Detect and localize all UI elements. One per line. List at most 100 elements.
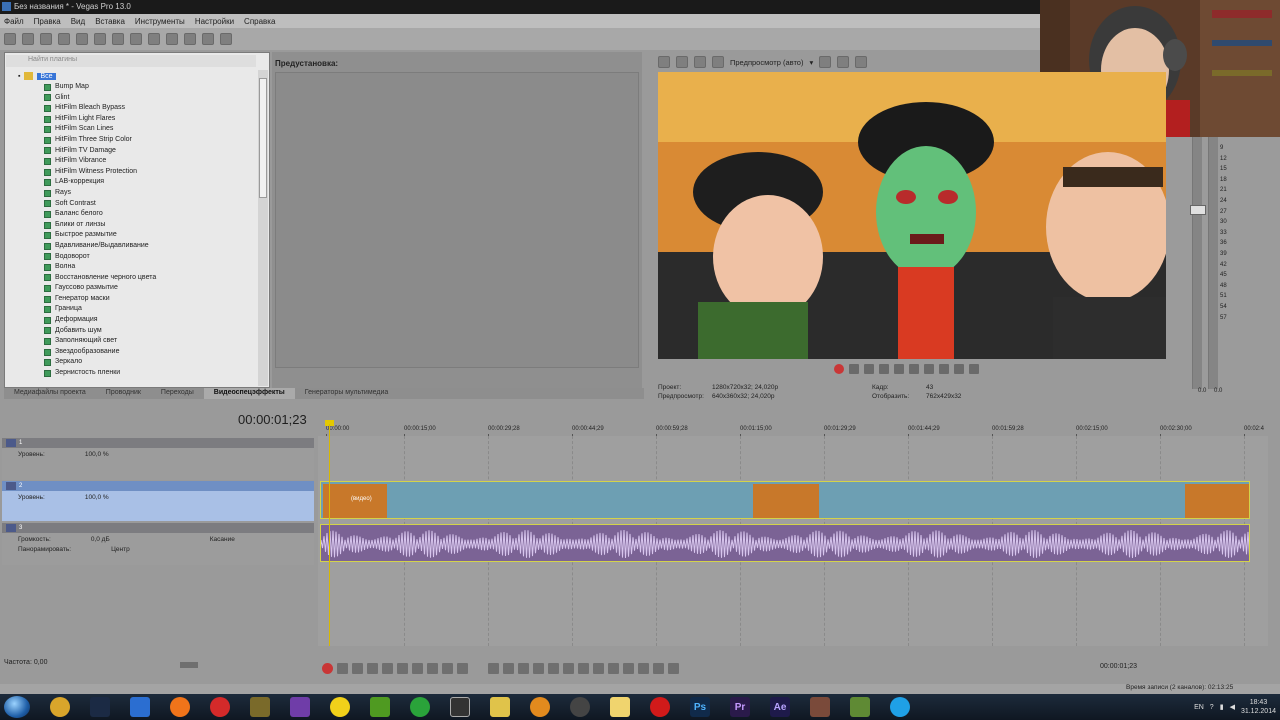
chevron-down-icon[interactable]: ▾	[809, 58, 813, 67]
menu-help[interactable]: Справка	[244, 17, 275, 26]
menu-view[interactable]: Вид	[71, 17, 85, 26]
menu-tools[interactable]: Инструменты	[135, 17, 185, 26]
plugin-item[interactable]: Граница	[6, 304, 258, 315]
chrome-icon[interactable]	[43, 695, 77, 719]
prev-frame-icon[interactable]	[954, 364, 964, 374]
normal-edit-tool-icon[interactable]	[488, 662, 499, 674]
master-fader[interactable]	[1190, 205, 1206, 215]
pacman-icon[interactable]	[323, 695, 357, 719]
plugin-item[interactable]: LAB-коррекция	[6, 177, 258, 188]
plugin-item[interactable]: HitFilm Witness Protection	[6, 167, 258, 178]
fx-icon[interactable]	[694, 56, 706, 68]
marker-icon[interactable]	[608, 662, 619, 674]
go-to-end-icon[interactable]	[427, 662, 438, 674]
tree-root-all[interactable]: ▪ Все	[6, 70, 258, 82]
next-frame-icon[interactable]	[969, 364, 979, 374]
plugin-item[interactable]: Зернистость пленки	[6, 368, 258, 379]
plugin-item[interactable]: Добавить шум	[6, 326, 258, 337]
preview-quality-dropdown[interactable]: Предпросмотр (авто)	[730, 58, 803, 67]
skype-icon[interactable]	[883, 695, 917, 719]
rate-slider[interactable]	[180, 662, 198, 668]
trim-icon[interactable]	[563, 662, 574, 674]
plugin-item[interactable]: HitFilm Bleach Bypass	[6, 103, 258, 114]
minecraft-icon[interactable]	[843, 695, 877, 719]
plugin-item[interactable]: HitFilm Scan Lines	[6, 124, 258, 135]
external-monitor-icon[interactable]	[676, 56, 688, 68]
new-icon[interactable]	[4, 33, 16, 45]
plugin-item[interactable]: Заполняющий свет	[6, 336, 258, 347]
game-icon[interactable]	[243, 695, 277, 719]
preview-properties-icon[interactable]	[658, 56, 670, 68]
paste-icon[interactable]	[148, 33, 160, 45]
redo-icon[interactable]	[184, 33, 196, 45]
play-icon[interactable]	[367, 662, 378, 674]
steam2-icon[interactable]	[563, 695, 597, 719]
plugin-item[interactable]: Деформация	[6, 315, 258, 326]
pause-icon[interactable]	[382, 662, 393, 674]
plugin-item[interactable]: Вдавливание/Выдавливание	[6, 241, 258, 252]
selection-tool-icon[interactable]	[518, 662, 529, 674]
plugin-item[interactable]: Баланс белого	[6, 209, 258, 220]
snap-icon[interactable]	[202, 33, 214, 45]
pause-icon[interactable]	[894, 364, 904, 374]
tab-transitions[interactable]: Переходы	[151, 388, 204, 399]
record-icon[interactable]	[834, 364, 844, 374]
split-screen-icon[interactable]	[712, 56, 724, 68]
nvidia-icon[interactable]	[363, 695, 397, 719]
expand-icon[interactable]: ▪	[18, 73, 20, 80]
zoom-tool-icon[interactable]	[533, 662, 544, 674]
envelope-tool-icon[interactable]	[503, 662, 514, 674]
track-header-video-2[interactable]: 2 Уровень: 100,0 %	[2, 481, 314, 521]
region-icon[interactable]	[623, 662, 634, 674]
folder-icon[interactable]	[483, 695, 517, 719]
open-icon[interactable]	[22, 33, 34, 45]
start-button[interactable]	[4, 696, 30, 718]
plugin-item[interactable]: Зеркало	[6, 357, 258, 368]
go-to-start-icon[interactable]	[412, 662, 423, 674]
play-icon[interactable]	[879, 364, 889, 374]
plugin-item[interactable]: Звездообразование	[6, 347, 258, 358]
menu-insert[interactable]: Вставка	[95, 17, 125, 26]
track-header-audio-3[interactable]: 3 Громкость: 0,0 дБ Касание Панорамирова…	[2, 523, 314, 565]
menu-file[interactable]: Файл	[4, 17, 24, 26]
tab-video-fx[interactable]: Видеоспецэффекты	[203, 388, 295, 399]
plugin-item[interactable]: Восстановление черного цвета	[6, 273, 258, 284]
tab-project-media[interactable]: Медиафайлы проекта	[4, 388, 96, 399]
flash-icon[interactable]	[523, 695, 557, 719]
plugin-item[interactable]: Bump Map	[6, 82, 258, 93]
auto-ripple-icon[interactable]	[653, 662, 664, 674]
plugin-item[interactable]: Soft Contrast	[6, 199, 258, 210]
tool-icon[interactable]	[803, 695, 837, 719]
plugin-item[interactable]: Блики от линзы	[6, 220, 258, 231]
cut-icon[interactable]	[112, 33, 124, 45]
go-to-end-icon[interactable]	[939, 364, 949, 374]
explorer-icon[interactable]	[603, 695, 637, 719]
tab-media-generators[interactable]: Генераторы мультимедиа	[295, 388, 398, 399]
plugin-item[interactable]: Rays	[6, 188, 258, 199]
opera-icon[interactable]	[643, 695, 677, 719]
track-header-video-1[interactable]: 1 Уровень: 100,0 %	[2, 438, 314, 480]
plugin-item[interactable]: Гауссово размытие	[6, 283, 258, 294]
network-icon[interactable]: ▮	[1220, 703, 1224, 711]
stop-icon[interactable]	[397, 662, 408, 674]
help-icon[interactable]: ?	[1210, 704, 1214, 711]
tab-explorer[interactable]: Проводник	[96, 388, 151, 399]
menu-settings[interactable]: Настройки	[195, 17, 234, 26]
volume-icon[interactable]: ◀	[1230, 703, 1235, 711]
photoshop-icon[interactable]: Ps	[683, 695, 717, 719]
go-to-start-icon[interactable]	[924, 364, 934, 374]
plugin-search-input[interactable]: Найти плагины	[6, 55, 256, 67]
save-icon[interactable]	[40, 33, 52, 45]
vegas-taskbar-icon[interactable]	[443, 695, 477, 719]
automation-mode[interactable]: Касание	[210, 536, 235, 543]
loop-icon[interactable]	[337, 662, 348, 674]
g-app-icon[interactable]	[403, 695, 437, 719]
delete-icon[interactable]	[548, 662, 559, 674]
origin-icon[interactable]	[163, 695, 197, 719]
copy-snapshot-icon[interactable]	[837, 56, 850, 68]
steam-icon[interactable]	[83, 695, 117, 719]
plugin-item[interactable]: HitFilm Light Flares	[6, 114, 258, 125]
save-as-icon[interactable]	[58, 33, 70, 45]
loop-icon[interactable]	[849, 364, 859, 374]
split-icon[interactable]	[578, 662, 589, 674]
